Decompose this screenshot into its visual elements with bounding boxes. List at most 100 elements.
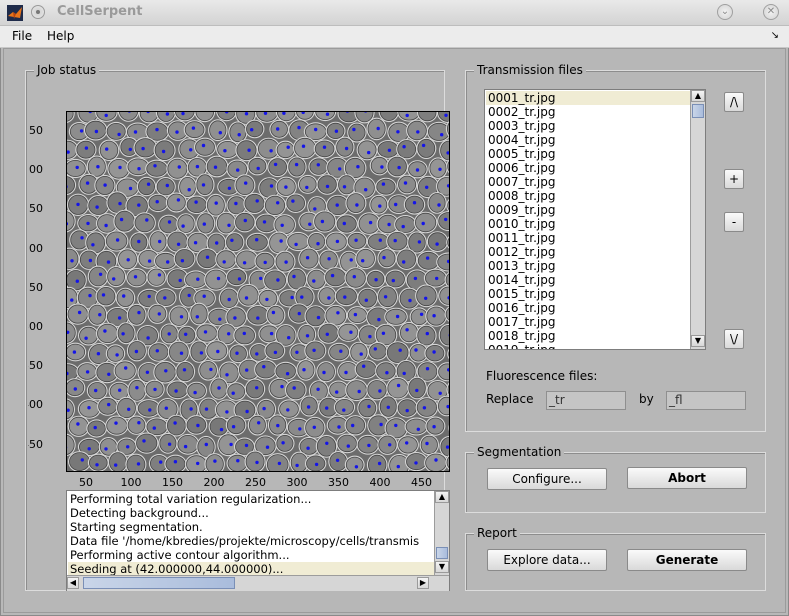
job-status-group: Job status 50 100 150 200 250 300 350 400 450 50… [25,63,450,591]
transmission-files-legend: Transmission files [474,63,586,77]
y-tick-label: 200 [28,241,43,255]
file-list-item[interactable]: 0001_tr.jpg [486,91,690,105]
file-list-item[interactable]: 0003_tr.jpg [488,119,555,133]
log-line: Data file '/home/kbredies/projekte/micro… [70,534,420,548]
fluorescence-files-label: Fluorescence files: [486,369,598,383]
replace-label: Replace [486,392,534,406]
y-tick-label: 50 [29,124,43,137]
file-list-item[interactable]: 0016_tr.jpg [488,301,555,315]
x-tick-label: 200 [203,476,225,489]
arrow-up-icon: ▲ [694,91,702,100]
segmentation-legend: Segmentation [474,445,565,459]
log-line: Performing total variation regularizatio… [70,492,312,506]
log-line: Seeding at (42.000000,44.000000)... [68,562,435,576]
file-list-item[interactable]: 0010_tr.jpg [488,217,555,231]
file-list-item[interactable]: 0009_tr.jpg [488,203,555,217]
by-field[interactable]: _fl [666,391,746,410]
y-tick-label: 400 [28,398,43,412]
x-tick-label: 450 [411,476,432,489]
file-list-item[interactable]: 0019_tr.jpg [488,343,555,349]
arrow-right-icon: ▶ [419,578,427,587]
file-list-item[interactable]: 0007_tr.jpg [488,175,555,189]
menu-help[interactable]: Help [47,29,74,43]
cell-image-axes[interactable] [66,111,450,472]
transmission-file-list[interactable]: 0001_tr.jpg 0002_tr.jpg 0003_tr.jpg 0004_tr… [484,89,706,350]
scroll-thumb[interactable] [436,547,448,559]
generate-button[interactable]: Generate [627,549,747,571]
scroll-left-button[interactable]: ◀ [67,577,79,589]
horizontal-scroll-thumb[interactable] [83,577,235,589]
menu-file[interactable]: File [12,29,32,43]
close-button[interactable]: ✕ [763,4,779,20]
y-tick-label: 150 [28,202,43,216]
status-log[interactable]: Performing total variation regularizatio… [66,490,450,591]
file-list-item[interactable]: 0008_tr.jpg [488,189,555,203]
file-scroll-up-button[interactable]: ▲ [691,90,705,102]
by-label: by [639,392,654,406]
job-status-legend: Job status [34,63,100,77]
x-tick-label: 100 [120,476,142,489]
explore-data-button[interactable]: Explore data... [487,549,607,571]
x-tick-label: 400 [369,476,391,489]
menu-bar: File Help ↘ [0,26,789,48]
file-list-scrollbar[interactable]: ▲ ▼ [690,90,705,349]
app-window: CellSerpent ⌄ ✕ File Help ↘ Job status 5… [0,0,789,616]
move-down-button[interactable]: \/ [724,329,744,349]
move-up-button[interactable]: /\ [724,92,744,112]
log-line: Performing active contour algorithm... [70,548,290,562]
window-title: CellSerpent [57,4,143,19]
arrow-down-icon: ▼ [694,336,702,345]
file-list-item[interactable]: 0004_tr.jpg [488,133,555,147]
add-file-button[interactable]: + [724,169,744,189]
y-tick-label: 300 [28,320,43,333]
scroll-right-button[interactable]: ▶ [417,577,429,589]
arrow-left-icon: ◀ [69,578,77,587]
chevron-down-icon: ⌄ [720,6,730,17]
x-tick-label: 250 [245,476,266,489]
dock-arrow-icon[interactable]: ↘ [771,30,779,41]
file-list-item[interactable]: 0012_tr.jpg [488,245,555,259]
x-tick-label: 350 [328,476,349,489]
title-bar: CellSerpent ⌄ ✕ [0,0,789,26]
file-list-item[interactable]: 0006_tr.jpg [488,161,555,175]
transmission-files-group: Transmission files 0001_tr.jpg 0002_tr.jp… [465,63,766,432]
close-icon: ✕ [766,6,776,17]
x-tick-label: 300 [286,476,308,489]
y-tick-label: 250 [28,280,43,294]
replace-field[interactable]: _tr [546,391,626,410]
arrow-up-icon: ▲ [438,492,446,501]
x-tick-label: 150 [162,476,183,489]
report-group: Report Explore data... Generate [465,526,766,591]
pin-icon[interactable] [31,5,45,19]
file-list-item[interactable]: 0005_tr.jpg [488,147,555,161]
matlab-logo-icon [7,5,23,21]
log-line: Starting segmentation. [70,520,203,534]
file-list-item[interactable]: 0002_tr.jpg [488,105,555,119]
main-panel: Job status 50 100 150 200 250 300 350 400 450 50… [3,48,786,613]
file-list-item[interactable]: 0014_tr.jpg [488,273,555,287]
arrow-down-icon: ▼ [438,562,446,571]
x-tick-label: 50 [79,476,93,489]
file-list-item[interactable]: 0011_tr.jpg [488,231,555,245]
y-tick-label: 100 [28,163,43,177]
abort-button[interactable]: Abort [627,467,747,489]
segmentation-group: Segmentation Configure... Abort [465,445,766,513]
log-vertical-scrollbar[interactable]: ▲ ▼ [434,491,449,575]
report-legend: Report [474,526,520,540]
file-list-item[interactable]: 0013_tr.jpg [488,259,555,273]
y-tick-label: 450 [28,437,43,451]
log-horizontal-scrollbar[interactable]: ◀ ▶ [67,575,449,591]
log-line: Detecting background... [70,506,209,520]
y-tick-label: 350 [28,359,43,373]
file-list-item[interactable]: 0015_tr.jpg [488,287,555,301]
configure-button[interactable]: Configure... [487,468,607,490]
scroll-down-button[interactable]: ▼ [435,561,449,573]
file-scroll-down-button[interactable]: ▼ [691,335,705,347]
maximize-button[interactable]: ⌄ [717,4,733,20]
cell-image [67,112,449,471]
file-list-item[interactable]: 0017_tr.jpg [488,315,555,329]
scroll-up-button[interactable]: ▲ [435,491,449,503]
file-scroll-thumb[interactable] [692,104,704,118]
remove-file-button[interactable]: - [724,212,744,232]
file-list-item[interactable]: 0018_tr.jpg [488,329,555,343]
